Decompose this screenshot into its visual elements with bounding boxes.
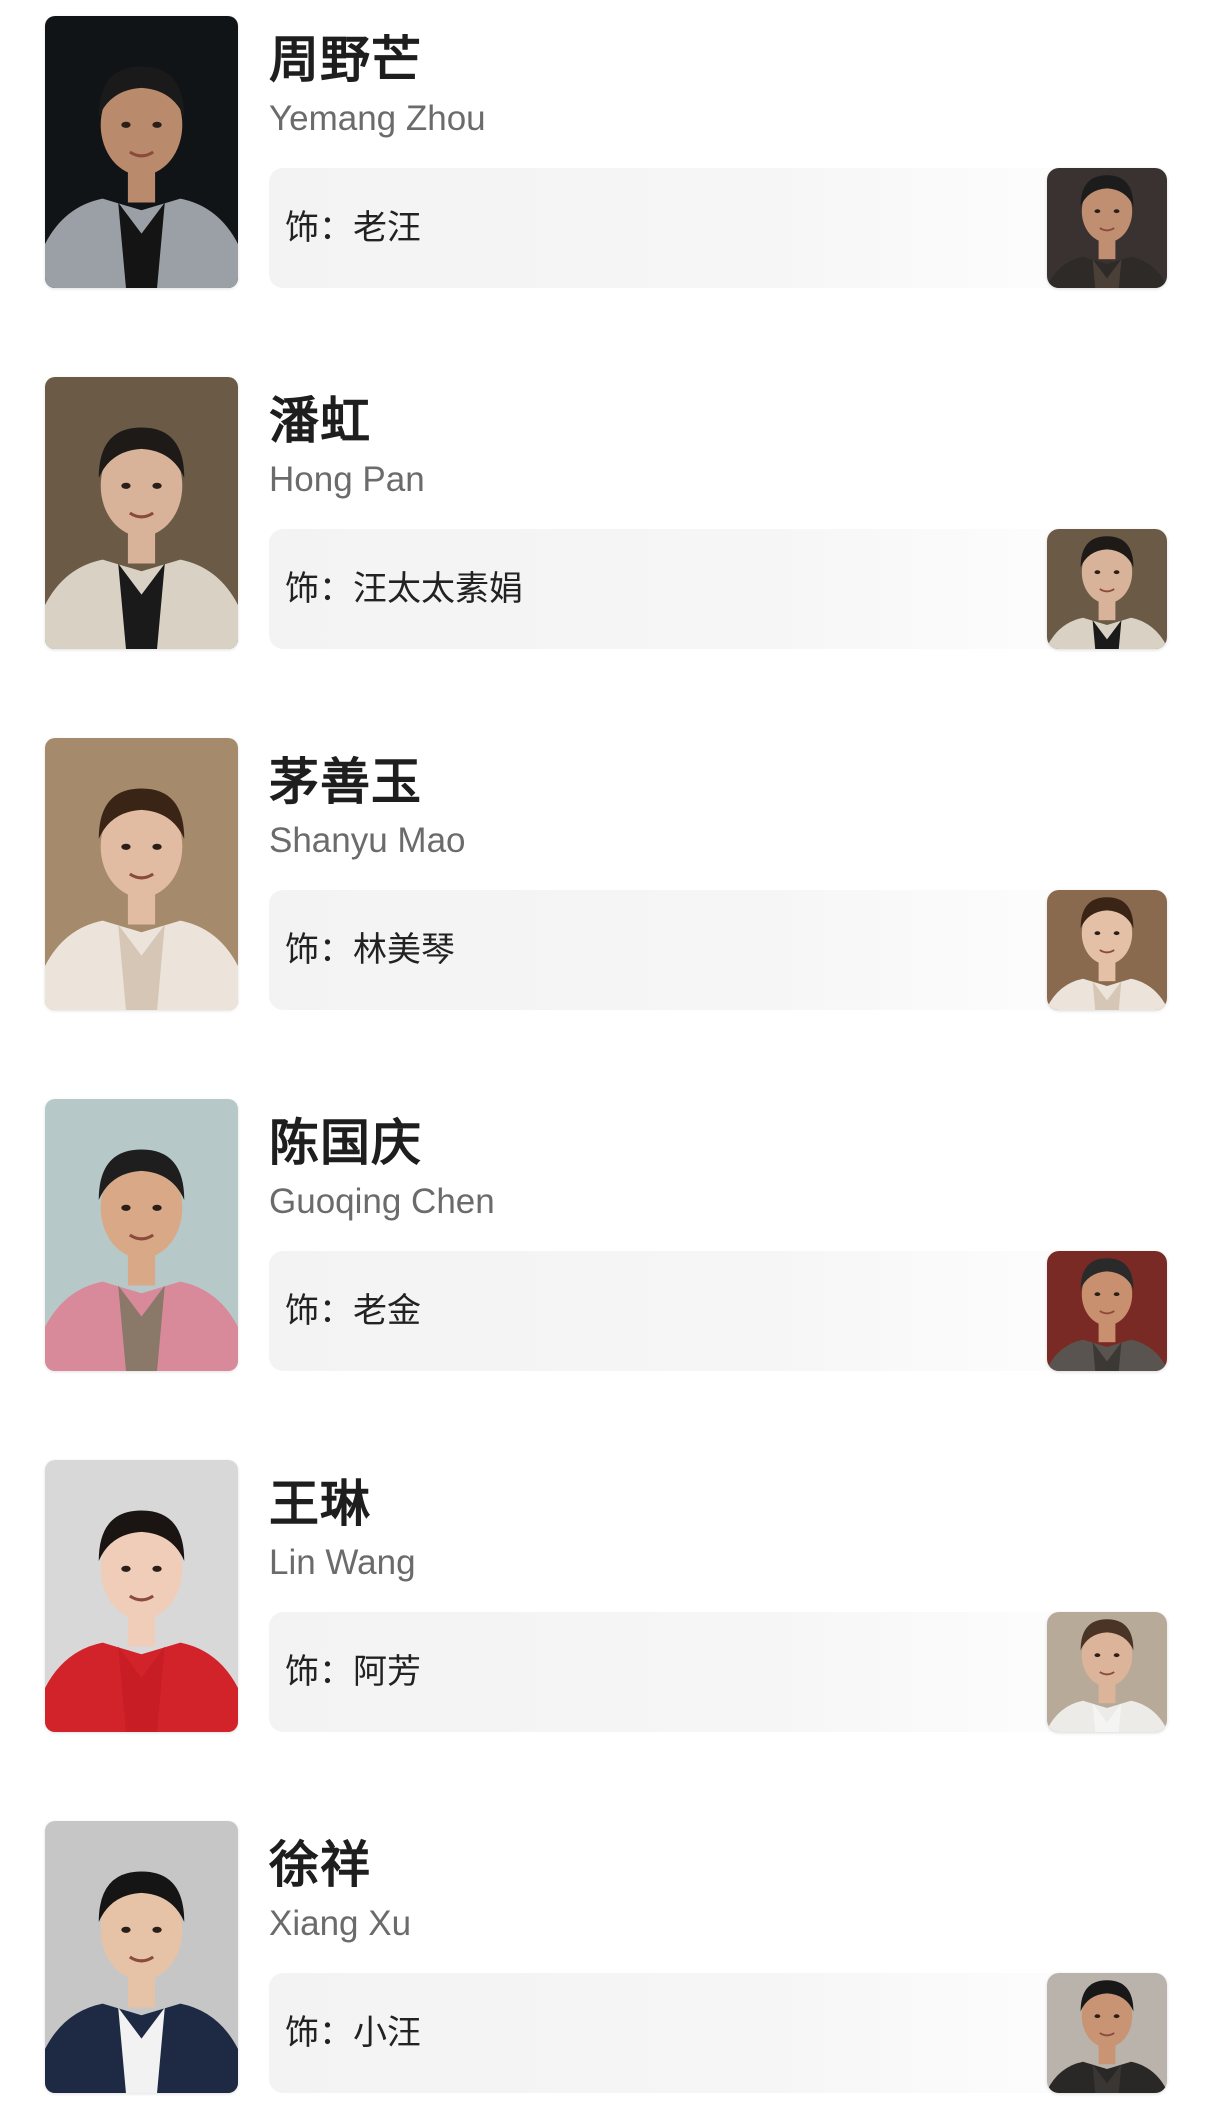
actor-name: 潘虹 <box>269 392 371 450</box>
role-still-thumbnail[interactable] <box>1047 168 1167 288</box>
role-text: 饰：老金 <box>285 1287 421 1335</box>
actor-portrait[interactable] <box>45 1821 238 2093</box>
role-still-thumbnail[interactable] <box>1047 890 1167 1010</box>
role-text: 饰：林美琴 <box>285 926 455 974</box>
cast-row[interactable]: 王琳 Lin Wang 饰：阿芳 <box>0 1460 1206 1732</box>
role-prefix: 饰： <box>285 1291 353 1331</box>
role-prefix: 饰： <box>285 2013 353 2053</box>
actor-name: 陈国庆 <box>269 1114 422 1172</box>
cast-row[interactable]: 周野芒 Yemang Zhou 饰：老汪 <box>0 16 1206 288</box>
actor-name: 茅善玉 <box>269 753 422 811</box>
role-card[interactable]: 饰：老汪 <box>269 168 1167 288</box>
role-text: 饰：老汪 <box>285 204 421 252</box>
actor-portrait[interactable] <box>45 1460 238 1732</box>
role-still-thumbnail[interactable] <box>1047 1612 1167 1732</box>
actor-portrait[interactable] <box>45 738 238 1010</box>
actor-portrait[interactable] <box>45 377 238 649</box>
actor-portrait[interactable] <box>45 1099 238 1371</box>
actor-name-english: Shanyu Mao <box>269 821 466 860</box>
actor-name-english: Hong Pan <box>269 460 425 499</box>
actor-name: 周野芒 <box>269 31 422 89</box>
role-card[interactable]: 饰：阿芳 <box>269 1612 1167 1732</box>
cast-row[interactable]: 潘虹 Hong Pan 饰：汪太太素娟 <box>0 377 1206 649</box>
cast-row[interactable]: 陈国庆 Guoqing Chen 饰：老金 <box>0 1099 1206 1371</box>
actor-name: 徐祥 <box>269 1836 371 1894</box>
role-card[interactable]: 饰：林美琴 <box>269 890 1167 1010</box>
cast-row[interactable]: 茅善玉 Shanyu Mao 饰：林美琴 <box>0 738 1206 1010</box>
role-prefix: 饰： <box>285 569 353 609</box>
actor-name-english: Yemang Zhou <box>269 99 486 138</box>
role-prefix: 饰： <box>285 208 353 248</box>
role-prefix: 饰： <box>285 930 353 970</box>
role-name: 小汪 <box>353 2013 421 2053</box>
role-still-thumbnail[interactable] <box>1047 1251 1167 1371</box>
role-still-thumbnail[interactable] <box>1047 1973 1167 2093</box>
role-prefix: 饰： <box>285 1652 353 1692</box>
role-name: 老金 <box>353 1291 421 1331</box>
cast-row[interactable]: 徐祥 Xiang Xu 饰：小汪 <box>0 1821 1206 2093</box>
role-still-thumbnail[interactable] <box>1047 529 1167 649</box>
role-card[interactable]: 饰：老金 <box>269 1251 1167 1371</box>
role-card[interactable]: 饰：小汪 <box>269 1973 1167 2093</box>
role-name: 阿芳 <box>353 1652 421 1692</box>
cast-list: 周野芒 Yemang Zhou 饰：老汪 潘虹 Hong Pan 饰：汪太太素娟 <box>0 0 1206 2110</box>
actor-portrait[interactable] <box>45 16 238 288</box>
role-name: 林美琴 <box>353 930 455 970</box>
role-text: 饰：阿芳 <box>285 1648 421 1696</box>
role-name: 老汪 <box>353 208 421 248</box>
actor-name-english: Guoqing Chen <box>269 1182 495 1221</box>
actor-name-english: Lin Wang <box>269 1543 416 1582</box>
role-card[interactable]: 饰：汪太太素娟 <box>269 529 1167 649</box>
role-text: 饰：汪太太素娟 <box>285 565 523 613</box>
role-text: 饰：小汪 <box>285 2009 421 2057</box>
actor-name: 王琳 <box>269 1475 371 1533</box>
actor-name-english: Xiang Xu <box>269 1904 412 1943</box>
role-name: 汪太太素娟 <box>353 569 523 609</box>
